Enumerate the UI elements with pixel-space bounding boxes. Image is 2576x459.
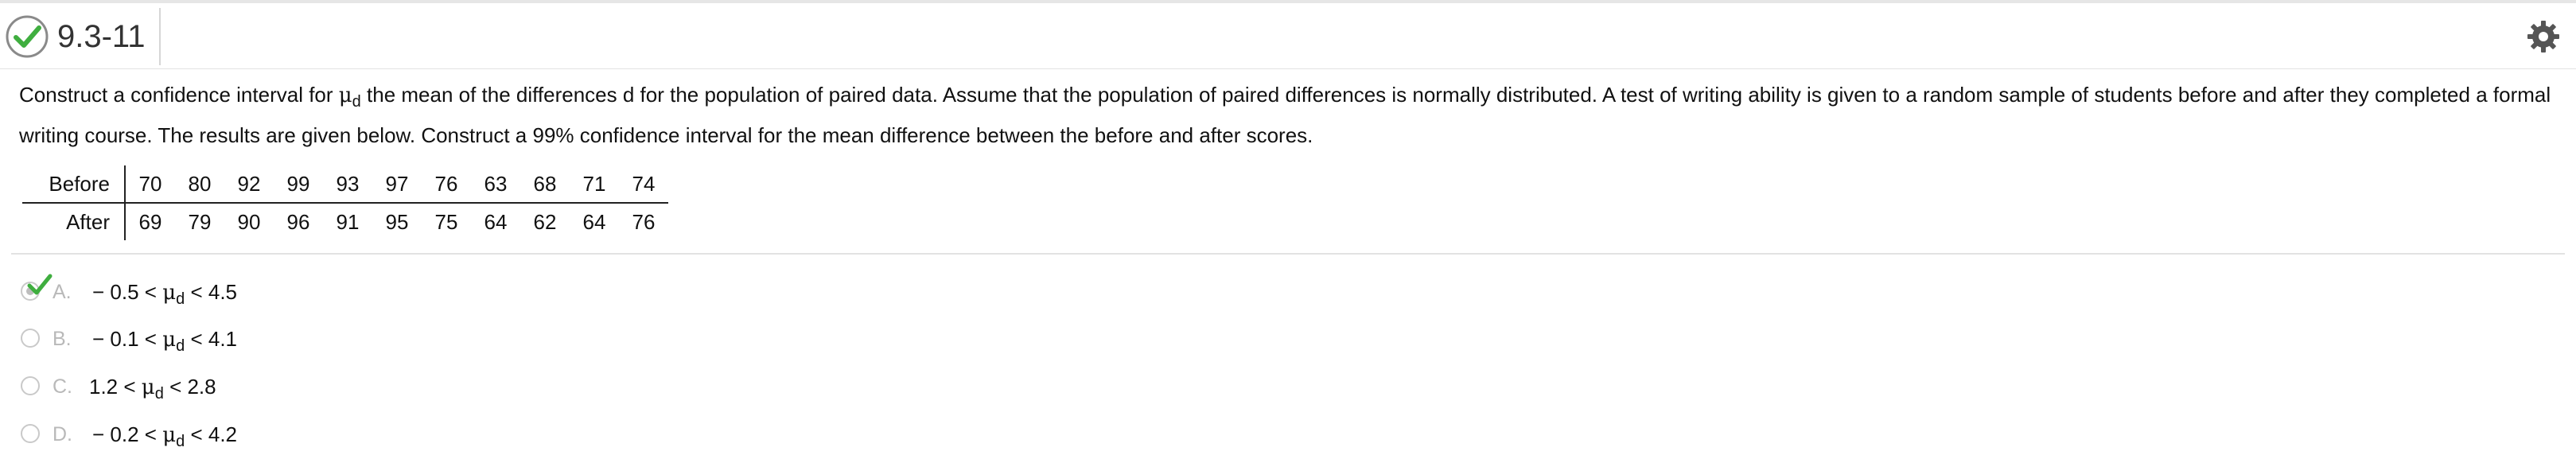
gear-icon[interactable]: [2526, 19, 2561, 54]
interval-low: 1.2 <: [89, 375, 136, 399]
interval-high: < 2.8: [169, 375, 216, 399]
table-row-before: Before 70 80 92 99 93 97 76 63 68 71 74: [22, 165, 668, 204]
table-cell: 71: [570, 165, 619, 204]
table-cell: 75: [434, 209, 458, 234]
table-cell: 91: [336, 209, 360, 234]
choice-letter: B.: [53, 328, 72, 350]
table-cell: 76: [632, 209, 656, 234]
choice-letter: C.: [53, 375, 72, 398]
section-divider: [11, 253, 2565, 255]
table-row-after: After 69 79 90 96 91 95 75 64 62 64 76: [22, 203, 668, 240]
choice-letter: D.: [53, 423, 72, 445]
mu-symbol: μ: [141, 375, 155, 399]
question-id-box: 9.3-11: [0, 8, 161, 65]
mu-symbol: μ: [162, 328, 177, 352]
interval-low: − 0.2 <: [92, 422, 157, 446]
mu-subscript: d: [154, 385, 164, 403]
interval-high: < 4.2: [190, 422, 238, 446]
table-cell: 92: [224, 165, 274, 204]
table-cell: 63: [471, 165, 520, 204]
table-cell: 97: [372, 165, 422, 204]
mu-subscript: d: [176, 433, 185, 450]
radio-button-b[interactable]: [21, 329, 40, 348]
table-cell: 96: [286, 209, 310, 234]
mu-subscript: d: [176, 290, 185, 308]
table-cell: 80: [175, 165, 224, 204]
choice-letter: A.: [53, 281, 72, 303]
interval-high: < 4.5: [190, 280, 238, 304]
table-cell: 93: [323, 165, 372, 204]
mu-subscript: d: [352, 93, 361, 111]
question-text-part2: the mean of the differences d for the po…: [19, 83, 2551, 147]
row-label-after: After: [22, 203, 126, 240]
question-text-part1: Construct a confidence interval for: [19, 83, 339, 107]
choice-expression: − 0.5 < μd < 4.5: [92, 274, 237, 317]
correct-check-icon: [27, 274, 53, 295]
table-cell: 79: [188, 209, 212, 234]
table-cell: 64: [582, 209, 606, 234]
table-cell: 76: [422, 165, 471, 204]
interval-high: < 4.1: [190, 327, 238, 351]
mu-subscript: d: [176, 337, 185, 355]
mu-symbol: μ: [338, 84, 352, 107]
paired-data-table: Before 70 80 92 99 93 97 76 63 68 71 74 …: [22, 165, 668, 240]
mu-symbol: μ: [162, 281, 177, 305]
table-cell: 95: [385, 209, 409, 234]
radio-button-d[interactable]: [21, 424, 40, 443]
question-text: Construct a confidence interval for μd t…: [19, 78, 2557, 152]
question-header: 9.3-11: [0, 3, 2576, 69]
check-circle-icon: [6, 15, 49, 58]
table-cell: 90: [237, 209, 261, 234]
interval-low: − 0.1 <: [92, 327, 157, 351]
row-label-before: Before: [22, 165, 126, 204]
table-cell: 69: [138, 209, 162, 234]
table-cell: 74: [619, 165, 668, 204]
choice-expression: − 0.2 < μd < 4.2: [92, 417, 237, 459]
choice-expression: − 0.1 < μd < 4.1: [92, 321, 237, 364]
table-cell: 70: [125, 165, 175, 204]
mu-symbol: μ: [162, 423, 177, 447]
choice-expression: 1.2 < μd < 2.8: [89, 369, 216, 411]
table-cell: 62: [533, 209, 557, 234]
table-cell: 64: [484, 209, 508, 234]
table-cell: 99: [274, 165, 323, 204]
interval-low: − 0.5 <: [92, 280, 157, 304]
table-cell: 68: [520, 165, 570, 204]
radio-button-c[interactable]: [21, 376, 40, 395]
question-number: 9.3-11: [57, 19, 146, 54]
